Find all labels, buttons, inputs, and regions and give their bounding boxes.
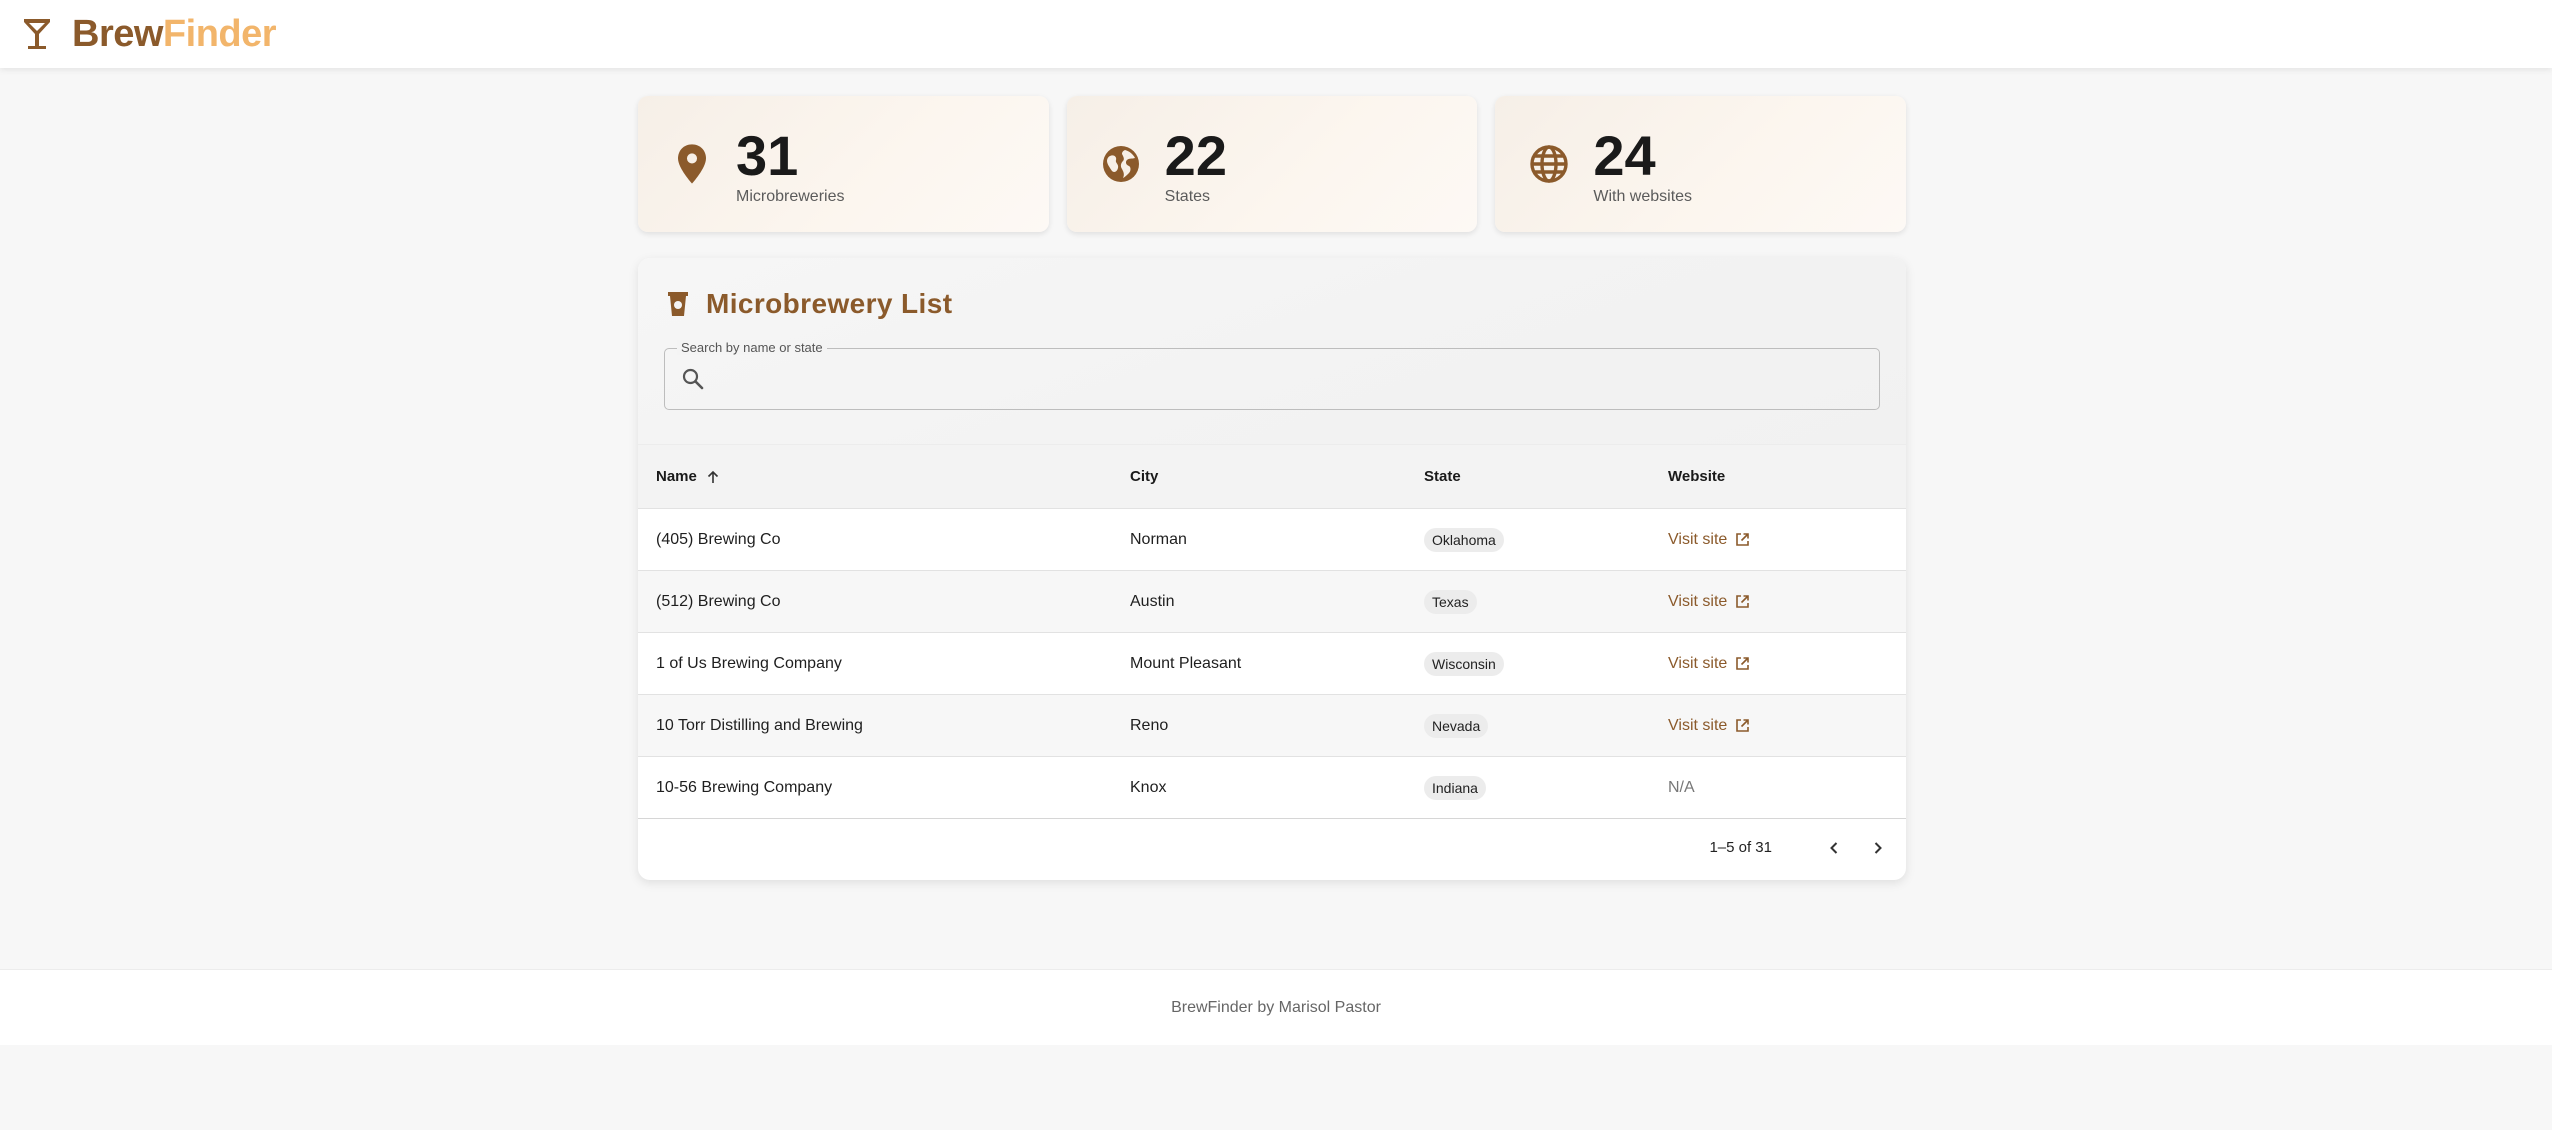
globe-icon [1099, 142, 1143, 186]
visit-site-link[interactable]: Visit site [1668, 593, 1750, 611]
state-chip: Indiana [1424, 775, 1486, 800]
stat-value: 24 [1593, 124, 1656, 187]
list-title: Microbrewery List [706, 288, 953, 319]
sort-ascending-icon[interactable] [705, 469, 721, 485]
cell-city: Reno [1130, 716, 1169, 734]
stat-value: 31 [736, 124, 799, 187]
microbrewery-list-card: Microbrewery List Search by name or stat… [638, 258, 1906, 880]
cell-city: Mount Pleasant [1130, 654, 1242, 672]
visit-site-label: Visit site [1668, 654, 1728, 672]
visit-site-link[interactable]: Visit site [1668, 655, 1750, 673]
visit-site-link[interactable]: Visit site [1668, 531, 1750, 549]
chevron-left-icon [1830, 841, 1838, 854]
column-header-website[interactable]: Website [1668, 468, 1906, 485]
cell-name: 10-56 Brewing Company [656, 778, 833, 796]
previous-page-button[interactable] [1820, 834, 1848, 862]
stats-row: 31 Microbreweries 22 States 24 With webs… [638, 96, 1907, 232]
column-header-city[interactable]: City [1128, 468, 1424, 485]
column-header-name[interactable]: Name [638, 468, 1128, 485]
brand-logo[interactable]: BrewFinder [72, 12, 277, 56]
external-link-icon [1736, 657, 1750, 670]
search-field[interactable]: Search by name or state [664, 340, 1880, 410]
visit-site-label: Visit site [1668, 592, 1728, 610]
state-chip: Nevada [1424, 713, 1489, 738]
visit-site-label: Visit site [1668, 716, 1728, 734]
external-link-icon [1736, 595, 1750, 608]
brand-part-brew: Brew [72, 12, 163, 55]
cell-name: 1 of Us Brewing Company [656, 654, 842, 672]
stat-card-microbreweries: 31 Microbreweries [638, 96, 1049, 232]
cell-name: (512) Brewing Co [656, 592, 781, 610]
web-globe-icon [1527, 142, 1571, 186]
location-pin-icon [670, 142, 714, 186]
footer-credit: BrewFinder by Marisol Pastor [1171, 998, 1381, 1016]
stat-label: Microbreweries [736, 188, 845, 205]
cell-city: Austin [1130, 592, 1175, 610]
cell-name: 10 Torr Distilling and Brewing [656, 716, 863, 734]
visit-site-label: Visit site [1668, 530, 1728, 548]
search-input[interactable] [715, 349, 1865, 409]
list-header: Microbrewery List Search by name or stat… [638, 258, 1906, 444]
state-chip: Wisconsin [1424, 651, 1504, 676]
stat-card-states: 22 States [1066, 96, 1478, 232]
table-header-row: Name City State Website [638, 444, 1906, 508]
brewery-table: Name City State Website (405) Brewing Co… [638, 444, 1906, 876]
external-link-icon [1736, 533, 1750, 546]
chevron-right-icon [1874, 841, 1882, 854]
table-row: 10 Torr Distilling and Brewing Reno Neva… [638, 694, 1906, 756]
cell-name: (405) Brewing Co [656, 530, 781, 548]
stat-label: With websites [1593, 188, 1693, 205]
visit-site-link[interactable]: Visit site [1668, 717, 1750, 735]
cell-city: Norman [1130, 530, 1187, 548]
cocktail-glass-icon [22, 17, 52, 51]
cell-city: Knox [1130, 778, 1167, 796]
state-chip: Oklahoma [1424, 527, 1504, 552]
search-icon [681, 367, 705, 391]
website-na: N/A [1668, 778, 1695, 796]
table-row: (512) Brewing Co Austin Texas Visit site [638, 570, 1906, 632]
state-chip: Texas [1424, 589, 1477, 614]
pagination-range: 1–5 of 31 [1709, 839, 1772, 856]
stat-value: 22 [1164, 124, 1227, 187]
table-row: 1 of Us Brewing Company Mount Pleasant W… [638, 632, 1906, 694]
table-row: (405) Brewing Co Norman Oklahoma Visit s… [638, 508, 1906, 570]
brand-part-finder: Finder [162, 12, 277, 55]
external-link-icon [1736, 719, 1750, 732]
stat-label: States [1164, 188, 1211, 205]
column-header-label: Name [656, 468, 697, 485]
next-page-button[interactable] [1864, 834, 1892, 862]
page-footer: BrewFinder by Marisol Pastor [0, 969, 2552, 1045]
app-header: BrewFinder [0, 0, 2552, 68]
cup-icon [666, 289, 692, 319]
pagination-bar: 1–5 of 31 [638, 818, 1906, 876]
table-row: 10-56 Brewing Company Knox Indiana N/A [638, 756, 1906, 818]
column-header-state[interactable]: State [1424, 468, 1668, 485]
stat-card-websites: 24 With websites [1495, 96, 1907, 232]
